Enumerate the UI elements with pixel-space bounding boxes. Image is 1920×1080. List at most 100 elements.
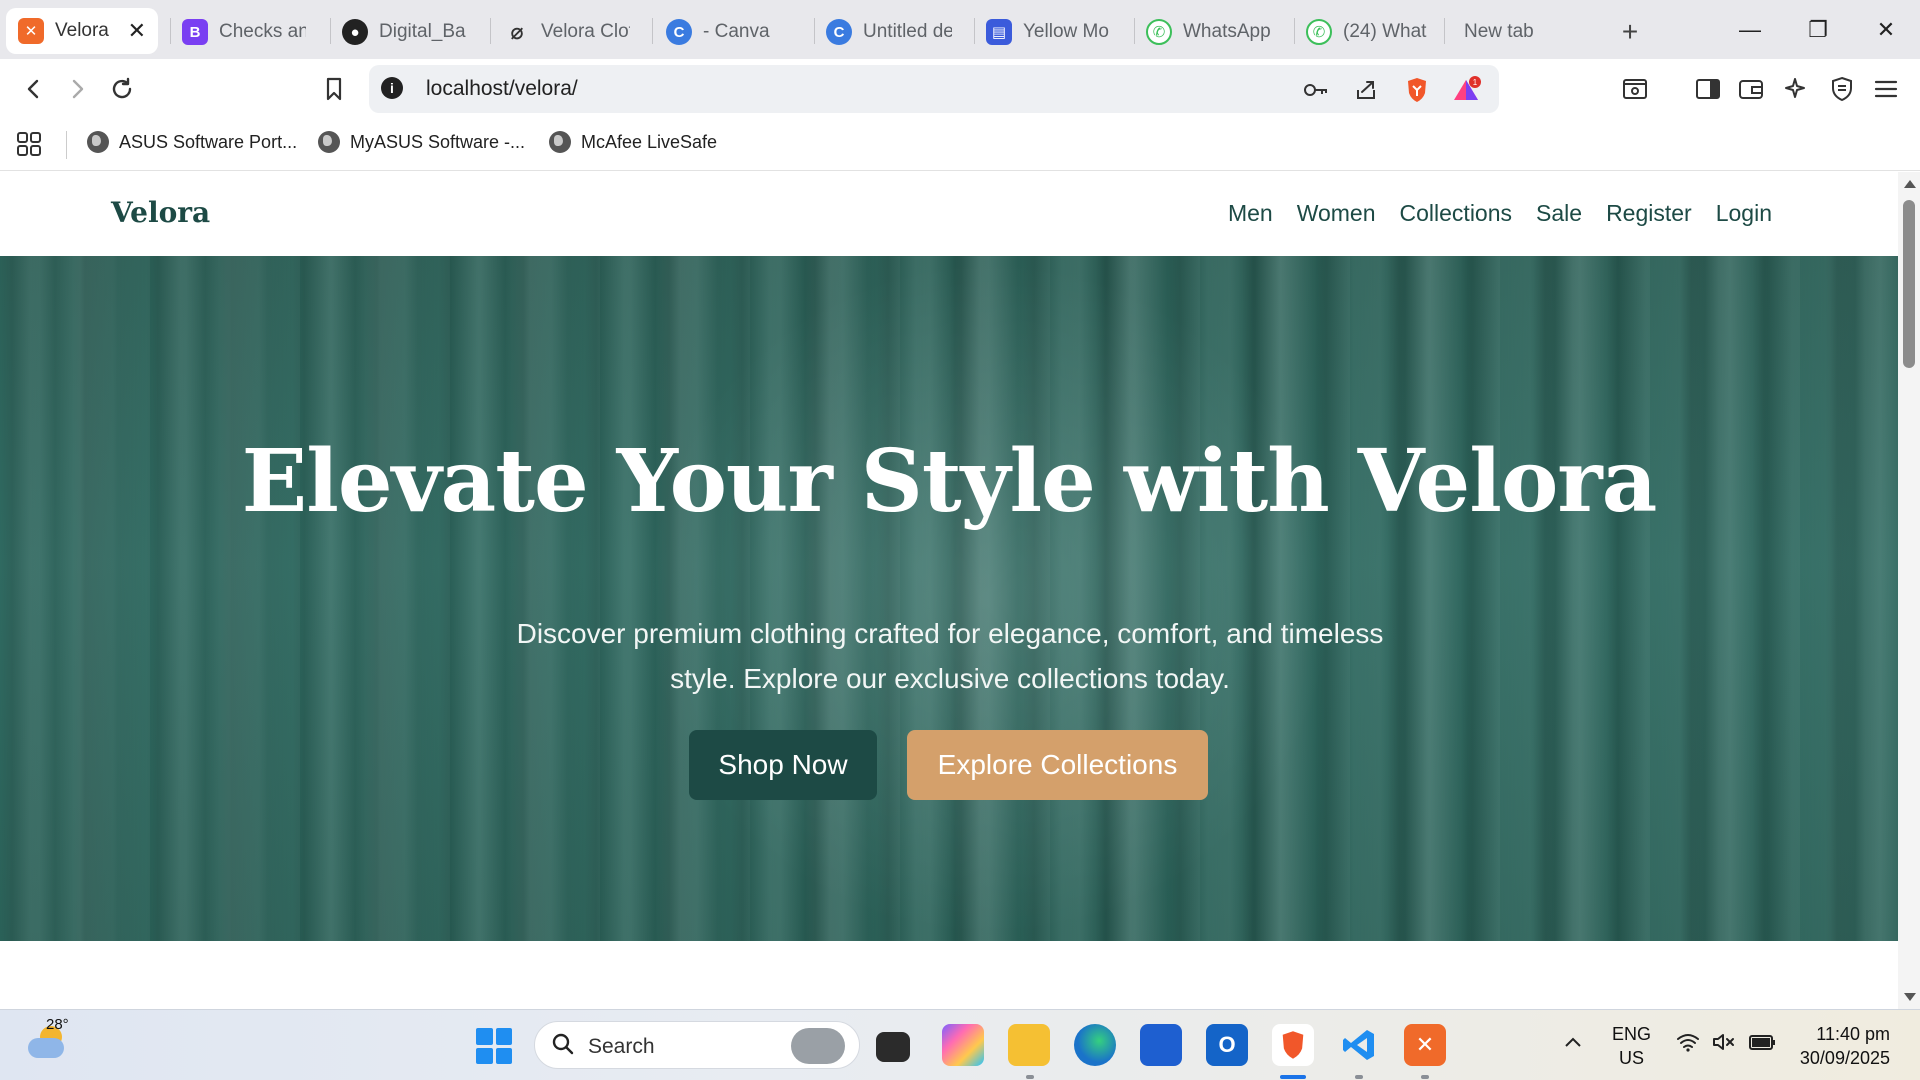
keyboard-region: US <box>1619 1048 1645 1068</box>
site-info-icon[interactable]: i <box>381 77 403 99</box>
bookmark-label: MyASUS Software -... <box>350 131 526 152</box>
scroll-up-icon[interactable] <box>1904 180 1916 188</box>
nav-link-men[interactable]: Men <box>1228 200 1273 227</box>
battery-charging-icon[interactable] <box>1748 1032 1776 1057</box>
tab-title: - Canva <box>703 21 770 42</box>
brave-browser-icon[interactable] <box>1272 1024 1314 1066</box>
minimize-icon[interactable]: — <box>1716 0 1784 59</box>
bookmarks-divider <box>66 131 67 159</box>
nav-link-login[interactable]: Login <box>1716 200 1772 227</box>
search-icon <box>551 1032 575 1063</box>
tab-velora[interactable]: ✕ Velora ✕ <box>6 8 158 54</box>
system-clock[interactable]: 11:40 pm 30/09/2025 <box>1800 1022 1890 1070</box>
taskbar-search-box[interactable]: Search <box>534 1021 860 1069</box>
bookmark-myasus-software[interactable]: MyASUS Software -... <box>318 131 525 153</box>
tab-checks[interactable]: B Checks an <box>170 10 318 54</box>
leaf-icon: ⌀ <box>510 19 524 44</box>
canva-icon: C <box>826 19 852 45</box>
sidebar-icon[interactable] <box>1690 71 1726 107</box>
whatsapp-icon: ✆ <box>1306 19 1332 45</box>
site-nav-links: Men Women Collections Sale Register Logi… <box>1228 200 1772 227</box>
bookmarks-bar: ASUS Software Port... MyASUS Software -.… <box>0 119 1920 171</box>
tab-title: Velora Clot <box>541 21 630 42</box>
nav-link-collections[interactable]: Collections <box>1400 200 1513 227</box>
reload-icon[interactable] <box>104 71 140 107</box>
tab-whatsapp[interactable]: ✆ WhatsApp <box>1134 10 1284 54</box>
menu-icon[interactable] <box>1868 71 1904 107</box>
nav-link-women[interactable]: Women <box>1297 200 1376 227</box>
whatsapp-icon: ✆ <box>1146 19 1172 45</box>
tab-velora-clothing[interactable]: ⌀ Velora Clot <box>492 10 642 54</box>
close-window-icon[interactable]: ✕ <box>1852 0 1920 59</box>
reader-mode-icon[interactable] <box>1617 71 1653 107</box>
brave-rewards-icon[interactable]: 1 <box>1451 75 1481 105</box>
page-scrollbar[interactable] <box>1898 172 1920 1009</box>
weather-widget[interactable]: 28° <box>26 1016 70 1064</box>
site-navbar: Velora Men Women Collections Sale Regist… <box>0 172 1898 256</box>
task-view-icon[interactable] <box>876 1032 910 1062</box>
vscode-icon[interactable] <box>1338 1024 1380 1066</box>
github-icon: ● <box>342 19 368 45</box>
wifi-icon[interactable] <box>1676 1032 1700 1057</box>
outlook-icon[interactable]: O <box>1206 1024 1248 1066</box>
microsoft-store-icon[interactable] <box>1140 1024 1182 1066</box>
tab-canva[interactable]: C - Canva <box>654 10 804 54</box>
windows-start-icon[interactable] <box>476 1028 512 1064</box>
close-icon[interactable]: ✕ <box>128 18 146 44</box>
tab-github[interactable]: ● Digital_Ba <box>330 10 480 54</box>
printer-icon: ▤ <box>986 19 1012 45</box>
edge-icon[interactable] <box>1074 1024 1116 1066</box>
brave-shields-icon[interactable] <box>1402 75 1432 105</box>
copilot-icon[interactable] <box>942 1024 984 1066</box>
tab-title: (24) What <box>1343 21 1427 42</box>
show-hidden-icons-chevron-icon[interactable] <box>1564 1032 1582 1053</box>
site-logo[interactable]: Velora <box>111 196 210 229</box>
file-explorer-icon[interactable] <box>1008 1024 1050 1066</box>
hero-background-glow <box>640 256 1340 941</box>
apps-icon[interactable] <box>16 131 42 157</box>
explore-collections-button[interactable]: Explore Collections <box>907 730 1208 800</box>
globe-icon <box>87 131 109 153</box>
app-running-indicator <box>1355 1075 1363 1079</box>
wallet-icon[interactable] <box>1733 71 1769 107</box>
bookmark-asus-software-portal[interactable]: ASUS Software Port... <box>87 131 297 153</box>
cloud-icon <box>28 1038 64 1058</box>
notification-badge: 1 <box>1473 78 1478 87</box>
nav-link-sale[interactable]: Sale <box>1536 200 1582 227</box>
tab-title: New tab <box>1464 21 1534 42</box>
page-viewport: Velora Men Women Collections Sale Regist… <box>0 172 1898 1009</box>
tab-untitled[interactable]: C Untitled de <box>814 10 964 54</box>
tab-yellow[interactable]: ▤ Yellow Mo <box>974 10 1124 54</box>
tab-separator <box>1444 18 1445 44</box>
restore-icon[interactable]: ❐ <box>1784 0 1852 59</box>
scroll-down-icon[interactable] <box>1904 993 1916 1001</box>
app-active-indicator <box>1280 1075 1306 1079</box>
nav-link-register[interactable]: Register <box>1606 200 1692 227</box>
tab-new[interactable]: New tab <box>1452 10 1602 54</box>
tab-title: Velora <box>55 20 109 41</box>
hero-section: Elevate Your Style with Velora Discover … <box>0 256 1898 941</box>
vpn-shield-icon[interactable] <box>1824 71 1860 107</box>
new-tab-button[interactable]: + <box>1612 14 1648 50</box>
language-indicator[interactable]: ENG US <box>1612 1022 1651 1070</box>
tab-whatsapp-2[interactable]: ✆ (24) What <box>1294 10 1444 54</box>
url-text[interactable]: localhost/velora/ <box>426 77 578 101</box>
bookmark-icon[interactable] <box>316 71 352 107</box>
app-running-indicator <box>1421 1075 1429 1079</box>
share-icon[interactable] <box>1351 75 1381 105</box>
shop-now-button[interactable]: Shop Now <box>689 730 877 800</box>
address-bar[interactable]: i localhost/velora/ 1 <box>369 65 1499 113</box>
back-icon[interactable] <box>16 71 52 107</box>
tab-title: Digital_Ba <box>379 21 466 42</box>
scrollbar-thumb[interactable] <box>1903 200 1915 368</box>
forward-icon[interactable] <box>59 71 95 107</box>
volume-muted-icon[interactable] <box>1712 1032 1738 1057</box>
bookmark-mcafee-livesafe[interactable]: McAfee LiveSafe <box>549 131 717 153</box>
leo-ai-icon[interactable] <box>1778 71 1814 107</box>
clock-date: 30/09/2025 <box>1799 1048 1890 1068</box>
koala-search-highlight-icon <box>791 1028 845 1064</box>
windows-taskbar: 28° Search O ✕ ENG US 11:40 pm 30/09/202… <box>0 1009 1920 1080</box>
key-icon[interactable] <box>1301 75 1331 105</box>
xampp-taskbar-icon[interactable]: ✕ <box>1404 1024 1446 1066</box>
bookmark-label: McAfee LiveSafe <box>581 131 718 152</box>
